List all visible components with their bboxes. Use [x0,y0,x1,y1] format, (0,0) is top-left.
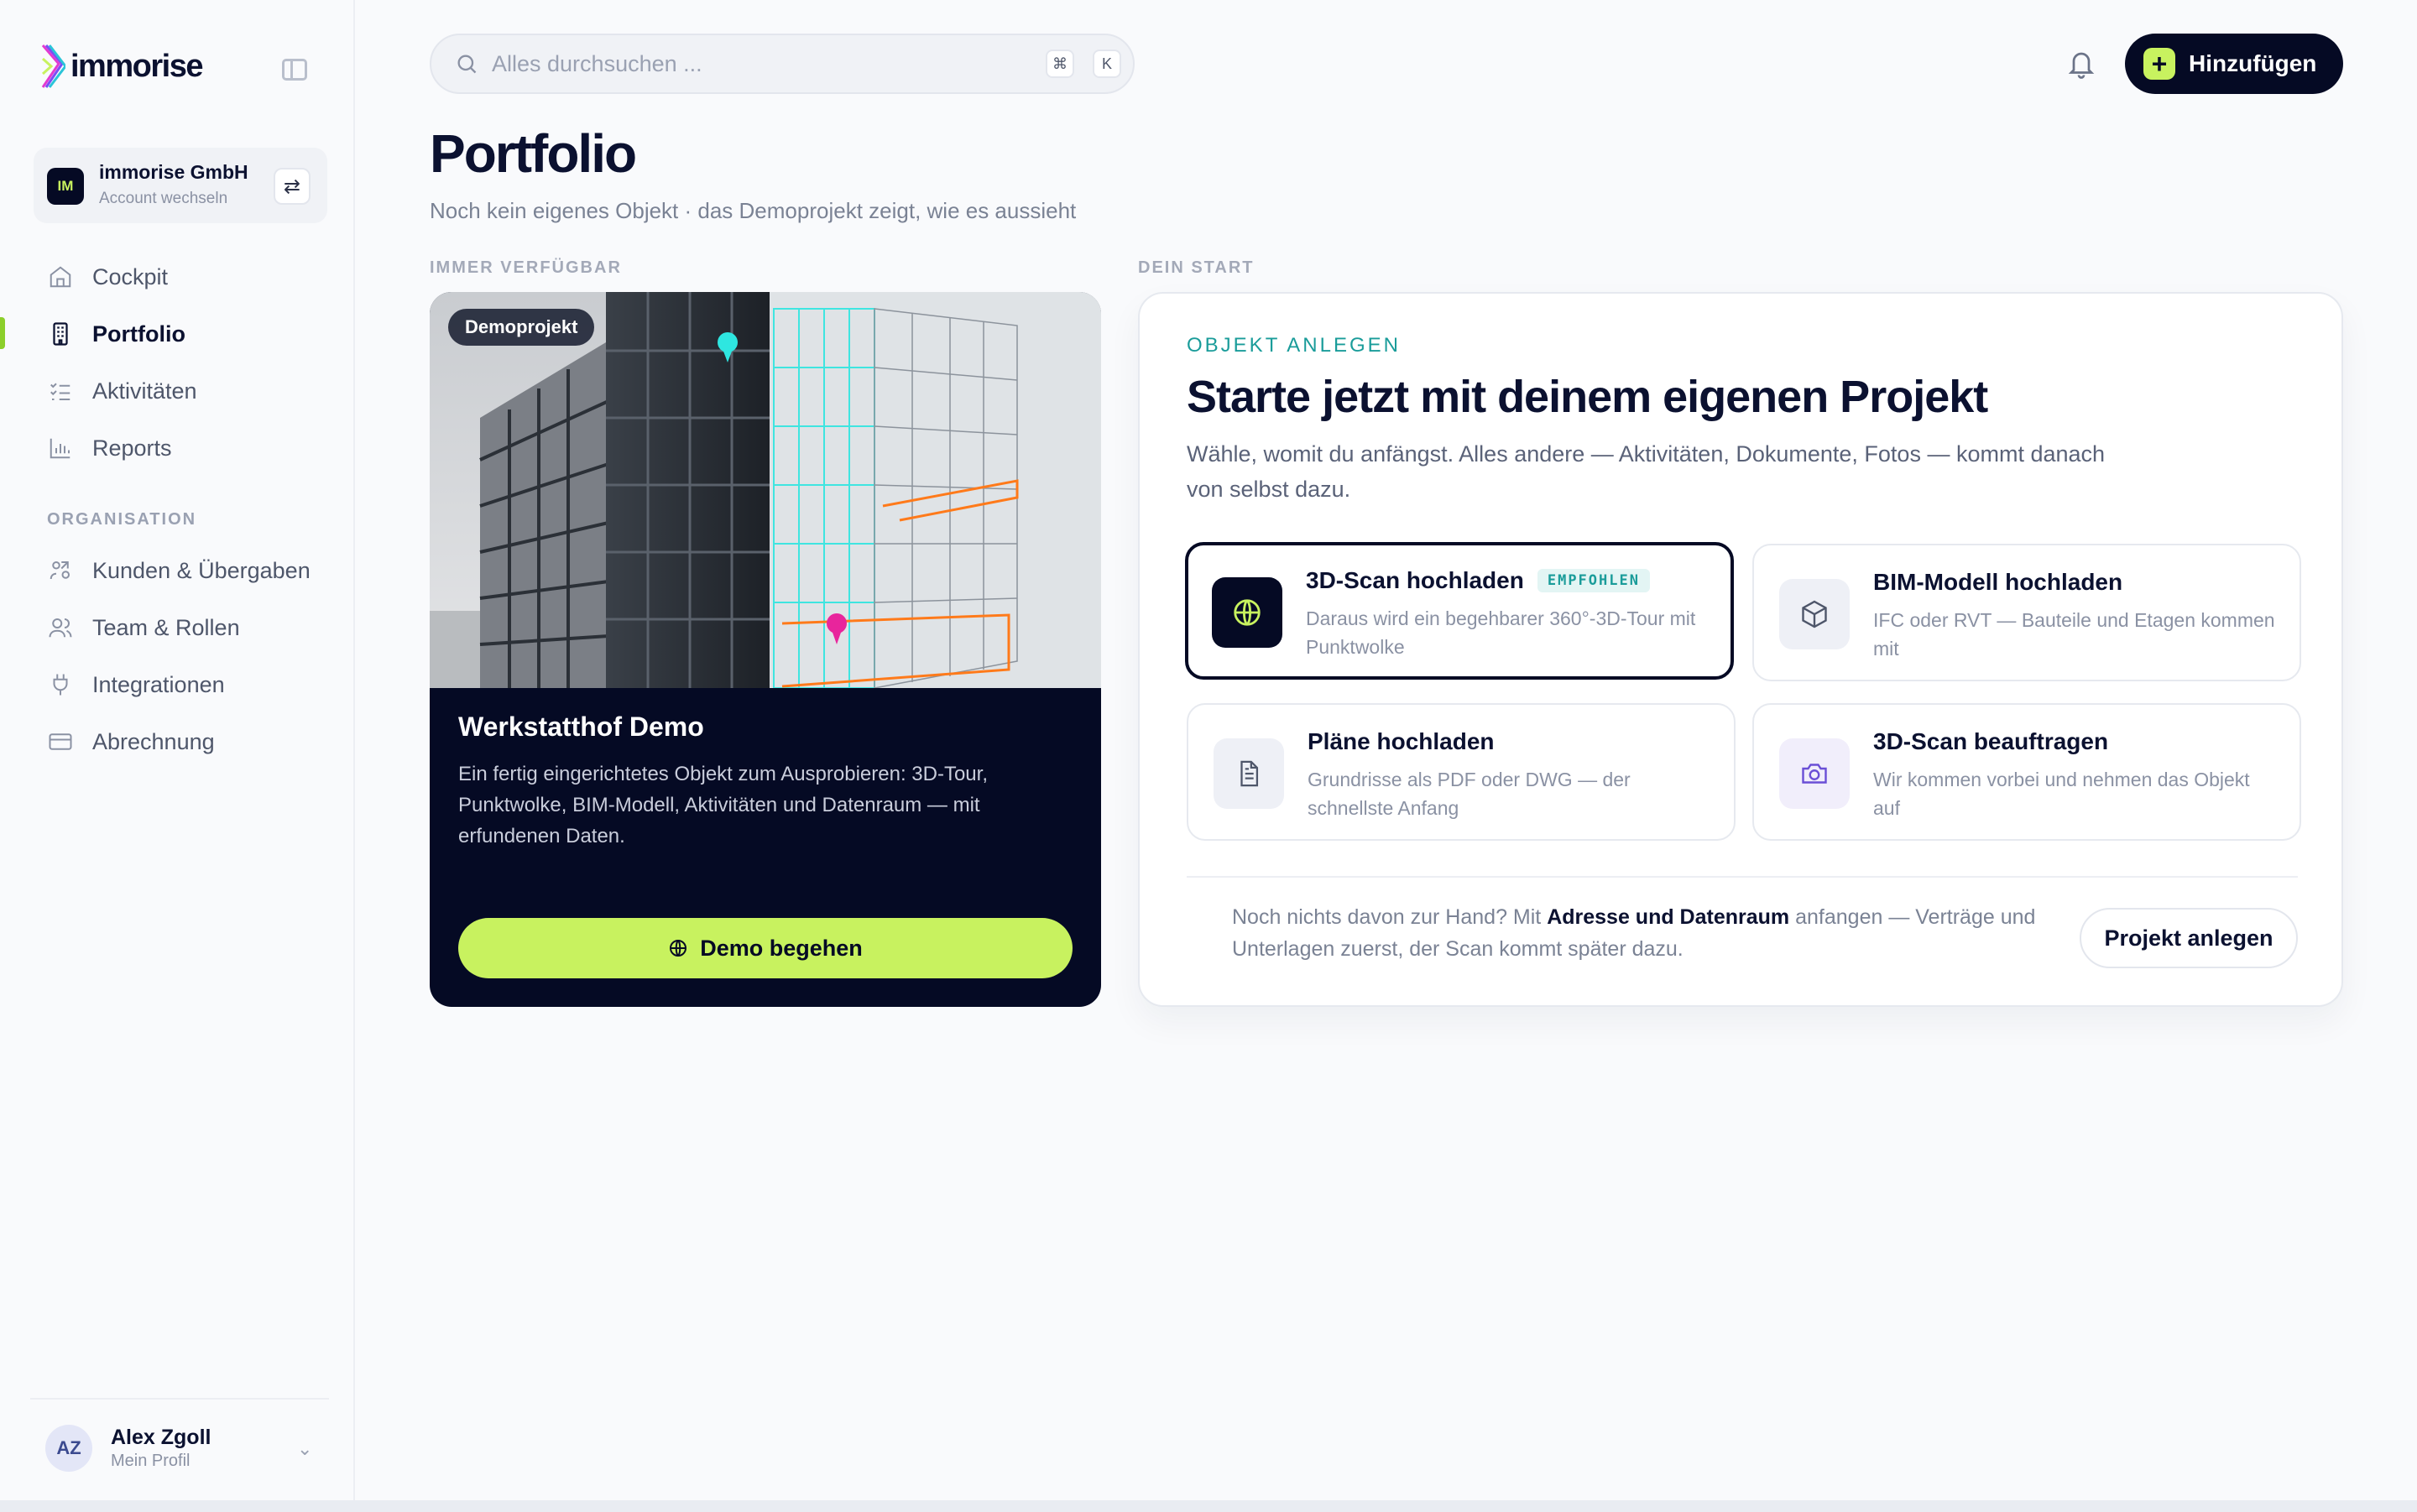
switch-arrows-icon[interactable]: ⇄ [274,168,311,205]
option-bim-upload[interactable]: BIM-Modell hochladen IFC oder RVT — Baut… [1752,544,2301,681]
option-title: BIM-Modell hochladen [1873,569,2122,596]
sidebar-item-label: Team & Rollen [92,614,240,640]
column-label-always: IMMER VERFÜGBAR [430,258,622,277]
bottom-strip [0,1500,2417,1512]
demo-title: Werkstatthof Demo [458,712,704,742]
demo-button-label: Demo begehen [700,935,863,961]
sidebar-item-integrationen[interactable]: Integrationen [34,656,327,713]
sidebar-item-label: Portfolio [92,321,185,347]
account-switch-label: Account wechseln [99,190,228,207]
column-label-start: DEIN START [1138,258,1255,277]
add-button[interactable]: + Hinzufügen [2125,34,2343,94]
main-nav: Cockpit Portfolio Aktivitäten Reports [34,248,327,477]
start-project-card: OBJEKT ANLEGEN Starte jetzt mit deinem e… [1138,292,2343,1007]
option-title-text: 3D-Scan beauftragen [1873,728,2109,754]
users-icon [47,614,74,641]
profile-sub: Mein Profil [111,1452,191,1470]
sidebar-item-cockpit[interactable]: Cockpit [34,248,327,305]
page-subtitle: Noch kein eigenes Objekt · das Demoproje… [430,198,1077,223]
profile-menu[interactable]: AZ Alex Zgoll Mein Profil [45,1425,211,1472]
bar-chart-icon [47,435,74,461]
plug-icon [47,671,74,698]
option-title: 3D-Scan beauftragen [1873,728,2108,755]
account-name: immorise GmbH [99,161,248,183]
sidebar-item-label: Reports [92,435,172,461]
demo-begehen-button[interactable]: Demo begehen [458,918,1073,978]
option-title-text: 3D-Scan hochladen [1306,567,1524,593]
sidebar-item-label: Kunden & Übergaben [92,557,311,583]
organisation-nav: Kunden & Übergaben Team & Rollen Integra… [34,542,327,770]
sidebar-item-label: Cockpit [92,263,169,289]
recommended-badge: EMPFOHLEN [1537,569,1650,592]
option-title-text: BIM-Modell hochladen [1873,569,2123,595]
account-switcher[interactable]: IM immorise GmbH Account wechseln ⇄ [34,148,327,223]
sidebar-item-label: Abrechnung [92,728,215,754]
create-project-button[interactable]: Projekt anlegen [2080,908,2298,968]
active-indicator [0,317,5,349]
sidebar-item-reports[interactable]: Reports [34,420,327,477]
sidebar-item-kunden[interactable]: Kunden & Übergaben [34,542,327,599]
plus-icon: + [2143,48,2175,80]
search-icon [457,55,477,74]
shortcut-key-cmd: ⌘ [1046,50,1074,78]
option-title: 3D-Scan hochladen EMPFOHLEN [1306,567,1650,594]
brand-logo[interactable]: immorise [40,42,203,91]
option-description: IFC oder RVT — Bauteile und Etagen komme… [1873,609,2275,660]
document-icon [1214,738,1284,809]
checklist-icon [47,378,74,404]
cube-icon [1779,579,1850,649]
account-avatar: IM [47,168,84,205]
option-title: Pläne hochladen [1308,728,1495,755]
option-3d-scan-upload[interactable]: 3D-Scan hochladen EMPFOHLEN Daraus wird … [1185,542,1734,680]
search-placeholder: Alles durchsuchen ... [492,50,702,76]
footer-text-pre: Noch nichts davon zur Hand? Mit [1232,905,1548,929]
globe-icon [670,940,687,957]
sidebar-collapse-icon[interactable] [282,59,307,81]
sidebar-item-portfolio[interactable]: Portfolio [34,305,327,362]
option-description: Grundrisse als PDF oder DWG — der schnel… [1308,769,1631,819]
home-icon [47,263,74,290]
globe-icon [1212,577,1282,648]
demo-badge: Demoprojekt [448,309,595,346]
camera-icon [1779,738,1850,809]
profile-name: Alex Zgoll [111,1426,211,1449]
profile-divider [30,1398,329,1400]
chevron-down-icon[interactable]: ⌄ [297,1438,312,1460]
logo-mark-icon [41,44,65,88]
add-button-label: Hinzufügen [2189,50,2317,76]
shortcut-key-k: K [1093,50,1121,78]
start-title: Starte jetzt mit deinem eigenen Projekt [1187,372,1988,422]
bell-icon[interactable] [2066,47,2096,81]
footer-text-bold: Adresse und Datenraum [1547,905,1790,929]
option-description: Wir kommen vorbei und nehmen das Objekt … [1873,769,2250,819]
page-title: Portfolio [430,123,637,184]
sidebar-item-label: Aktivitäten [92,378,197,404]
building-icon [47,321,74,347]
option-title-text: Pläne hochladen [1308,728,1495,754]
demo-project-card[interactable]: Demoprojekt Werkstatthof Demo Ein fertig… [430,292,1101,1007]
start-description: Wähle, womit du anfängst. Alles andere —… [1187,441,2106,502]
building-scan-image [430,292,1101,688]
option-plans-upload[interactable]: Pläne hochladen Grundrisse als PDF oder … [1187,703,1736,841]
section-label-organisation: ORGANISATION [47,510,197,529]
option-description: Daraus wird ein begehbarer 360°-3D-Tour … [1306,607,1696,658]
sidebar: immorise IM immorise GmbH Account wechse… [0,0,355,1500]
avatar: AZ [45,1425,92,1472]
start-eyebrow: OBJEKT ANLEGEN [1187,334,1401,357]
sidebar-item-team[interactable]: Team & Rollen [34,599,327,656]
sidebar-item-aktivitaeten[interactable]: Aktivitäten [34,362,327,420]
handshake-icon [47,557,74,584]
search-input[interactable]: Alles durchsuchen ... ⌘ K [430,34,1135,94]
brand-name: immorise [70,48,203,84]
start-divider [1187,876,2298,878]
option-3d-scan-order[interactable]: 3D-Scan beauftragen Wir kommen vorbei un… [1752,703,2301,841]
credit-card-icon [47,728,74,755]
start-footer-text: Noch nichts davon zur Hand? Mit Adresse … [1232,901,2038,965]
sidebar-item-label: Integrationen [92,671,225,697]
sidebar-item-abrechnung[interactable]: Abrechnung [34,713,327,770]
demo-description: Ein fertig eingerichtetes Objekt zum Aus… [458,763,988,847]
